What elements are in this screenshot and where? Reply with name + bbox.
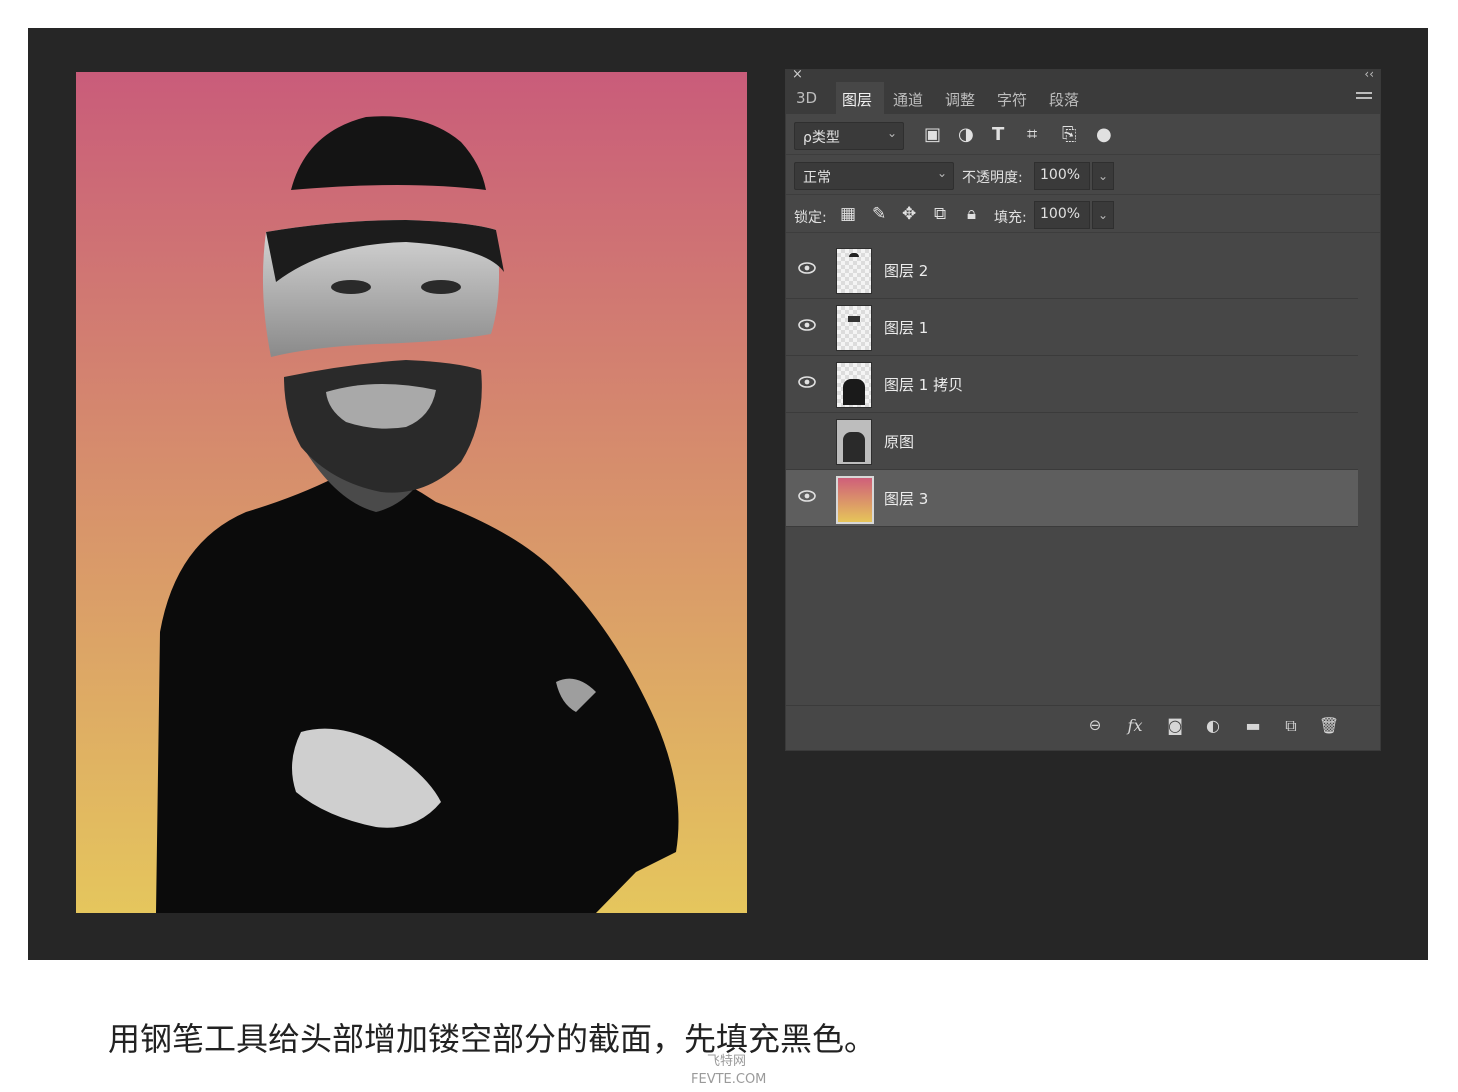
panel-menu-icon[interactable]: [1356, 92, 1372, 104]
fx-icon[interactable]: fx: [1124, 716, 1146, 738]
shape-filter-icon[interactable]: ⌗: [1027, 124, 1037, 145]
lock-pixels-icon[interactable]: ✎: [872, 204, 886, 224]
smart-object-filter-icon[interactable]: ⎘: [1062, 124, 1076, 145]
lock-label: 锁定:: [794, 210, 827, 226]
eye-icon[interactable]: [798, 319, 816, 331]
watermark-line1: 飞特网: [707, 1054, 747, 1069]
layer-thumbnail: [836, 419, 872, 465]
eye-icon[interactable]: [798, 262, 816, 274]
tab-paragraph[interactable]: 段落: [1049, 89, 1079, 110]
link-icon[interactable]: ⊖: [1084, 716, 1106, 738]
document-canvas[interactable]: [76, 72, 747, 913]
folder-icon[interactable]: ▬: [1242, 716, 1264, 738]
layer-thumbnail: [836, 476, 874, 524]
fill-value: 100%: [1040, 206, 1081, 222]
tab-channels[interactable]: 通道: [893, 89, 923, 110]
layer-row[interactable]: 原图: [786, 413, 1358, 470]
tab-character[interactable]: 字符: [997, 89, 1027, 110]
mask-icon[interactable]: ◙: [1164, 716, 1186, 738]
eye-hidden-icon[interactable]: [798, 433, 816, 445]
layer-name: 图层 2: [884, 262, 929, 280]
opacity-value: 100%: [1040, 167, 1081, 183]
layer-thumbnail: [836, 248, 872, 294]
close-icon[interactable]: ×: [792, 67, 803, 82]
layer-name: 原图: [884, 433, 915, 451]
eye-icon[interactable]: [798, 490, 816, 502]
chevron-down-icon: ⌄: [936, 166, 947, 180]
blend-mode-dropdown[interactable]: 正常 ⌄: [794, 162, 954, 190]
layer-row[interactable]: 图层 1 拷贝: [786, 356, 1358, 413]
tab-adjustments[interactable]: 调整: [945, 89, 975, 110]
panel-tabs: 3D 图层 通道 调整 字符 段落: [786, 82, 1380, 114]
tab-layers[interactable]: 图层: [842, 89, 872, 110]
blend-mode-value: 正常: [803, 170, 831, 186]
fill-chevron-icon[interactable]: ⌄: [1092, 201, 1114, 229]
lock-transparent-icon[interactable]: ▦: [840, 204, 856, 224]
tab-3d[interactable]: 3D: [796, 89, 817, 107]
lock-position-icon[interactable]: ✥: [902, 204, 916, 224]
opacity-label: 不透明度:: [962, 170, 1023, 186]
opacity-input[interactable]: 100%: [1034, 162, 1090, 190]
type-filter-icon[interactable]: T: [992, 124, 1004, 145]
right-eye: [421, 280, 461, 294]
layer-name: 图层 1: [884, 319, 929, 337]
filter-value: ρ类型: [803, 130, 840, 146]
eye-icon[interactable]: [798, 376, 816, 388]
trash-icon[interactable]: 🗑︎: [1318, 716, 1340, 738]
layer-thumbnail: [836, 362, 872, 408]
layer-row[interactable]: 图层 1: [786, 299, 1358, 356]
panel-titlebar: × ‹‹: [786, 67, 1380, 82]
image-filter-icon[interactable]: ▣: [924, 124, 941, 145]
watermark-line2: FEVTE.COM: [691, 1072, 767, 1087]
lock-artboard-icon[interactable]: ⧉: [934, 204, 946, 224]
left-eye: [331, 280, 371, 294]
adjustment-filter-icon[interactable]: ◑: [958, 124, 974, 145]
layer-name: 图层 1 拷贝: [884, 376, 964, 394]
filter-toggle-icon[interactable]: ●: [1096, 124, 1112, 145]
caption-text: 用钢笔工具给头部增加镂空部分的截面，先填充黑色。: [108, 1020, 877, 1058]
adjustment-icon[interactable]: ◐: [1202, 716, 1224, 738]
chevron-down-icon: ⌄: [886, 126, 897, 140]
opacity-chevron-icon[interactable]: ⌄: [1092, 162, 1114, 190]
new-layer-icon[interactable]: ⧉: [1280, 716, 1302, 738]
fill-label: 填充:: [994, 210, 1027, 226]
panel-footer: ⊖ fx ◙ ◐ ▬ ⧉ 🗑︎: [786, 705, 1380, 750]
lock-all-icon[interactable]: 🔒︎: [967, 204, 976, 224]
workspace: × ‹‹ 3D 图层 通道 调整 字符 段落 ρ类型 ⌄ ▣ ◑ T ⌗ ⎘ ●: [28, 28, 1428, 960]
layer-thumbnail: [836, 305, 872, 351]
layer-row-selected[interactable]: 图层 3: [786, 470, 1358, 527]
collapse-icon[interactable]: ‹‹: [1364, 67, 1374, 81]
fill-input[interactable]: 100%: [1034, 201, 1090, 229]
layer-name: 图层 3: [884, 490, 929, 508]
layers-panel: × ‹‹ 3D 图层 通道 调整 字符 段落 ρ类型 ⌄ ▣ ◑ T ⌗ ⎘ ●: [786, 67, 1380, 750]
layer-row[interactable]: 图层 2: [786, 242, 1358, 299]
filter-dropdown[interactable]: ρ类型 ⌄: [794, 122, 904, 150]
artwork: [76, 72, 747, 913]
